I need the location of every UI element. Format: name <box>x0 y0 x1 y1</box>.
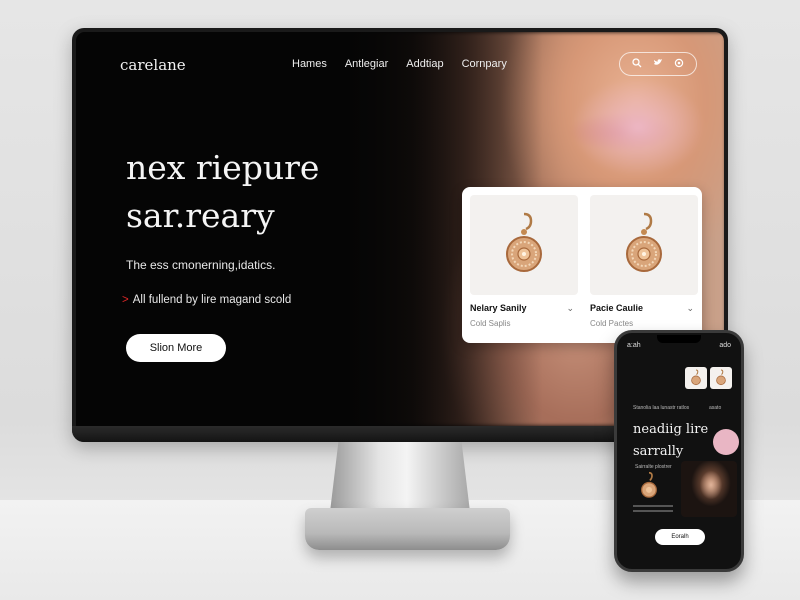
monitor-stand-neck <box>330 442 470 512</box>
phone-caption-right: asato <box>709 405 722 411</box>
nav-icon-group <box>619 52 697 76</box>
product-name: Pacie Caulie <box>590 303 644 313</box>
nav-item-company[interactable]: Cornpary <box>462 58 507 70</box>
phone-small-text: Sairralte plostrer <box>635 464 672 470</box>
main-nav: Hames Antlegiar Addtiap Cornpary <box>292 58 507 70</box>
earring-icon <box>641 471 657 498</box>
mobile-phone: a:ah ado Stanolia laa lunastr ratlos asa… <box>614 330 744 572</box>
monitor-stand-base <box>305 508 510 550</box>
hero-title: nex riepure sar.reary <box>126 144 386 240</box>
search-icon[interactable] <box>632 57 642 71</box>
phone-notch <box>657 335 701 343</box>
product-name: Nelary Sanily <box>470 303 527 313</box>
product-subtitle: Cold Saplis <box>470 319 511 328</box>
phone-caption-left: Stanolia laa lunastr ratlos <box>633 405 690 411</box>
product-panel: Nelary Sanily Cold Saplis ⌄ Pacie Caulie <box>462 187 702 343</box>
earring-icon <box>691 369 701 386</box>
earring-icon <box>506 212 542 272</box>
hero-subtitle: The ess cmonerning,idatics. <box>126 258 276 272</box>
hero-title-line-2: sar.reary <box>126 196 275 235</box>
bullet-arrow-icon: > <box>122 294 129 306</box>
chevron-down-icon[interactable]: ⌄ <box>686 303 694 314</box>
phone-status-left: a:ah <box>627 342 641 349</box>
product-image <box>470 195 578 295</box>
phone-product-thumb[interactable] <box>685 367 707 389</box>
phone-pendant <box>639 471 659 506</box>
show-more-button[interactable]: Slion More <box>126 334 226 362</box>
phone-title-line-1: neadiig lire <box>633 422 709 437</box>
settings-icon[interactable] <box>674 58 684 71</box>
product-subtitle: Cold Pactes <box>590 319 634 328</box>
earring-icon <box>716 369 726 386</box>
phone-model-photo <box>681 461 737 517</box>
phone-title-line-2: sarrally <box>633 444 684 459</box>
nav-item-collections[interactable]: Antlegiar <box>345 58 388 70</box>
product-image <box>590 195 698 295</box>
nav-item-about[interactable]: Addtiap <box>406 58 443 70</box>
phone-status-right: ado <box>719 342 731 349</box>
chevron-down-icon[interactable]: ⌄ <box>566 303 574 314</box>
phone-cta-button[interactable]: Eoralh <box>655 529 705 545</box>
brand-logo[interactable]: carelane <box>120 56 186 74</box>
phone-text-lines <box>633 505 673 515</box>
earring-icon <box>626 212 662 272</box>
hero-title-line-1: nex riepure <box>126 148 320 187</box>
phone-product-thumbs <box>685 367 732 389</box>
nav-item-home[interactable]: Hames <box>292 58 327 70</box>
product-card[interactable]: Nelary Sanily Cold Saplis ⌄ <box>470 195 578 335</box>
twitter-icon[interactable] <box>653 58 663 70</box>
phone-product-thumb[interactable] <box>710 367 732 389</box>
hero-bullet: > All fullend by lire magand scold <box>122 294 291 306</box>
hero-bullet-text: All fullend by lire magand scold <box>132 294 292 306</box>
phone-hero-title: neadiig lire sarrally <box>633 419 733 463</box>
product-card[interactable]: Pacie Caulie Cold Pactes ⌄ <box>590 195 698 335</box>
